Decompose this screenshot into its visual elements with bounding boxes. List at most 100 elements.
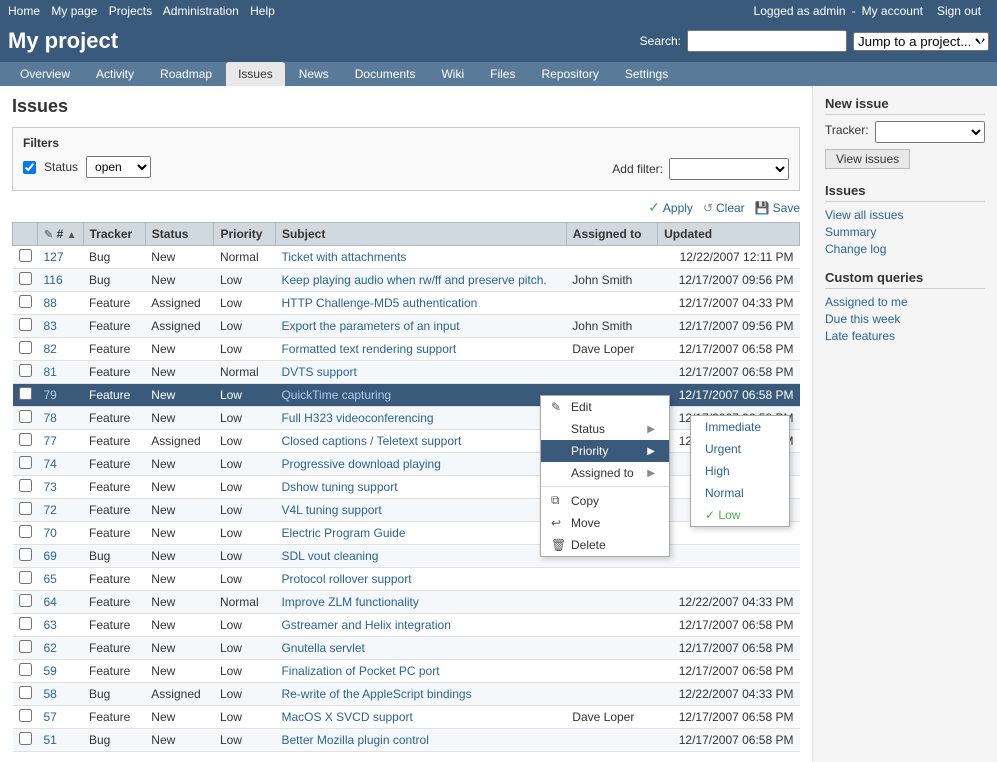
search-input[interactable]	[687, 30, 847, 52]
save-link[interactable]: 💾 Save	[755, 201, 800, 215]
issue-id-link[interactable]: 78	[44, 411, 57, 425]
issue-subject-link[interactable]: Export the parameters of an input	[281, 319, 459, 333]
issue-subject-link[interactable]: MacOS X SVCD support	[281, 710, 412, 724]
ctx-status[interactable]: Status ▶	[541, 418, 669, 440]
nav-projects[interactable]: Projects	[109, 4, 152, 18]
issue-subject-link[interactable]: Finalization of Pocket PC port	[281, 664, 439, 678]
ctx-copy[interactable]: ⧉ Copy	[541, 489, 669, 512]
sign-out-link[interactable]: Sign out	[937, 4, 981, 18]
issue-id-link[interactable]: 81	[44, 365, 57, 379]
status-checkbox[interactable]	[23, 161, 36, 174]
summary-link[interactable]: Summary	[825, 225, 985, 239]
add-filter-select[interactable]	[669, 158, 789, 180]
issue-subject-link[interactable]: HTTP Challenge-MD5 authentication	[281, 296, 477, 310]
issue-subject-link[interactable]: V4L tuning support	[281, 503, 381, 517]
ctx-delete[interactable]: 🗑 Delete	[541, 534, 669, 556]
issue-id-link[interactable]: 82	[44, 342, 57, 356]
nav-administration[interactable]: Administration	[163, 4, 239, 18]
ctx-priority[interactable]: Priority ▶	[541, 440, 669, 462]
row-checkbox[interactable]	[19, 249, 32, 262]
change-log-link[interactable]: Change log	[825, 242, 985, 256]
issue-id-link[interactable]: 62	[44, 641, 57, 655]
row-checkbox[interactable]	[19, 479, 32, 492]
row-checkbox[interactable]	[19, 571, 32, 584]
issue-subject-link[interactable]: Re-write of the AppleScript bindings	[281, 687, 471, 701]
issue-id-link[interactable]: 116	[44, 273, 63, 287]
col-updated[interactable]: Updated	[658, 223, 800, 246]
issue-id-link[interactable]: 73	[44, 480, 57, 494]
tab-roadmap[interactable]: Roadmap	[148, 62, 224, 86]
issue-id-link[interactable]: 63	[44, 618, 57, 632]
view-all-issues-link[interactable]: View all issues	[825, 208, 985, 222]
col-status[interactable]: Status	[145, 223, 214, 246]
issue-id-link[interactable]: 69	[44, 549, 57, 563]
issue-id-link[interactable]: 57	[44, 710, 57, 724]
tab-activity[interactable]: Activity	[84, 62, 146, 86]
row-checkbox[interactable]	[19, 525, 32, 538]
issue-id-link[interactable]: 51	[44, 733, 57, 747]
priority-low[interactable]: ✓ Low	[691, 504, 789, 526]
issue-id-link[interactable]: 88	[44, 296, 57, 310]
row-checkbox[interactable]	[19, 594, 32, 607]
ctx-assigned-to[interactable]: Assigned to ▶	[541, 462, 669, 484]
issue-id-link[interactable]: 83	[44, 319, 57, 333]
issue-id-link[interactable]: 58	[44, 687, 57, 701]
nav-home[interactable]: Home	[8, 4, 40, 18]
priority-immediate[interactable]: Immediate	[691, 416, 789, 438]
issue-id-link[interactable]: 127	[44, 250, 64, 264]
tab-files[interactable]: Files	[478, 62, 527, 86]
row-checkbox[interactable]	[19, 364, 32, 377]
row-checkbox[interactable]	[19, 617, 32, 630]
issue-subject-link[interactable]: Keep playing audio when rw/ff and preser…	[281, 273, 546, 287]
issue-id-link[interactable]: 79	[44, 388, 57, 402]
issue-subject-link[interactable]: QuickTime capturing	[281, 388, 391, 402]
ctx-move[interactable]: ↩ Move	[541, 512, 669, 534]
status-select[interactable]: openclosedany	[86, 156, 151, 178]
assigned-to-me-link[interactable]: Assigned to me	[825, 295, 985, 309]
row-checkbox[interactable]	[19, 709, 32, 722]
tab-overview[interactable]: Overview	[8, 62, 82, 86]
col-id[interactable]: ✎ # ▲	[38, 223, 84, 246]
col-subject[interactable]: Subject	[275, 223, 566, 246]
row-checkbox[interactable]	[19, 456, 32, 469]
issue-subject-link[interactable]: Formatted text rendering support	[281, 342, 456, 356]
issue-id-link[interactable]: 72	[44, 503, 57, 517]
ctx-edit[interactable]: ✎ Edit	[541, 396, 669, 418]
issue-subject-link[interactable]: Progressive download playing	[281, 457, 440, 471]
issue-id-link[interactable]: 64	[44, 595, 57, 609]
nav-mypage[interactable]: My page	[51, 4, 97, 18]
clear-link[interactable]: ↺ Clear	[703, 201, 745, 215]
row-checkbox[interactable]	[19, 272, 32, 285]
col-tracker[interactable]: Tracker	[83, 223, 145, 246]
view-issues-button[interactable]: View issues	[825, 149, 910, 169]
nav-help[interactable]: Help	[250, 4, 275, 18]
col-priority[interactable]: Priority	[214, 223, 276, 246]
tab-repository[interactable]: Repository	[529, 62, 610, 86]
due-this-week-link[interactable]: Due this week	[825, 312, 985, 326]
issue-subject-link[interactable]: Dshow tuning support	[281, 480, 397, 494]
issue-subject-link[interactable]: DVTS support	[281, 365, 356, 379]
issue-subject-link[interactable]: Electric Program Guide	[281, 526, 405, 540]
issue-subject-link[interactable]: Better Mozilla plugin control	[281, 733, 428, 747]
issue-id-link[interactable]: 70	[44, 526, 57, 540]
issue-id-link[interactable]: 74	[44, 457, 57, 471]
row-checkbox[interactable]	[19, 548, 32, 561]
issue-subject-link[interactable]: Ticket with attachments	[281, 250, 406, 264]
tab-issues[interactable]: Issues	[226, 62, 285, 86]
priority-urgent[interactable]: Urgent	[691, 438, 789, 460]
row-checkbox[interactable]	[19, 295, 32, 308]
tracker-select[interactable]	[875, 121, 985, 143]
tab-documents[interactable]: Documents	[343, 62, 428, 86]
row-checkbox[interactable]	[19, 387, 32, 400]
row-checkbox[interactable]	[19, 663, 32, 676]
issue-subject-link[interactable]: Full H323 videoconferencing	[281, 411, 433, 425]
my-account-link[interactable]: My account	[862, 4, 923, 18]
row-checkbox[interactable]	[19, 686, 32, 699]
row-checkbox[interactable]	[19, 502, 32, 515]
row-checkbox[interactable]	[19, 640, 32, 653]
priority-high[interactable]: High	[691, 460, 789, 482]
priority-normal[interactable]: Normal	[691, 482, 789, 504]
row-checkbox[interactable]	[19, 318, 32, 331]
tab-wiki[interactable]: Wiki	[429, 62, 476, 86]
col-assigned[interactable]: Assigned to	[566, 223, 657, 246]
